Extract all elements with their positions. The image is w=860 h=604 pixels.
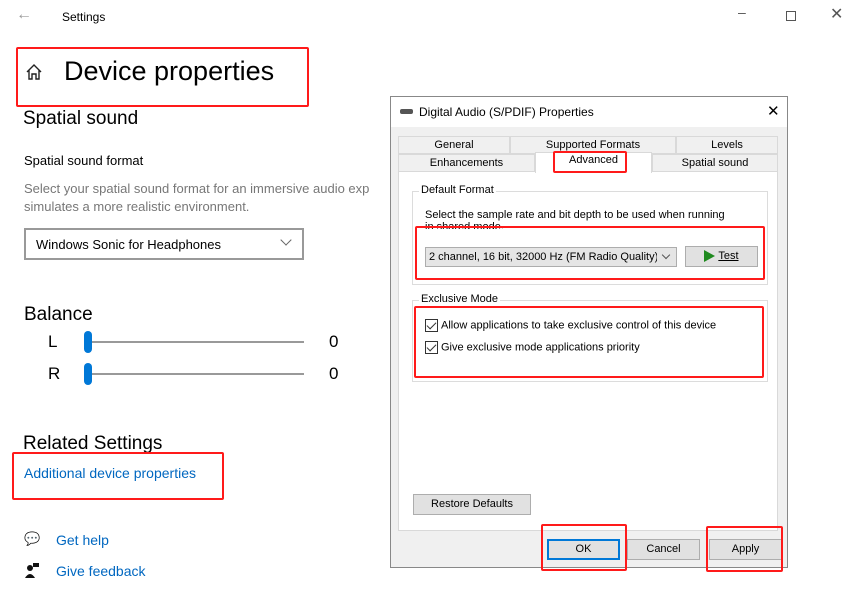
balance-right-label: R bbox=[48, 364, 61, 383]
dialog-title: Digital Audio (S/PDIF) Properties bbox=[419, 105, 594, 119]
checkbox-checked[interactable] bbox=[425, 341, 438, 354]
balance-left-thumb[interactable] bbox=[84, 331, 92, 353]
tab-enhancements[interactable]: Enhancements bbox=[398, 154, 535, 172]
related-heading: Related Settings bbox=[23, 433, 163, 454]
balance-left-track[interactable] bbox=[88, 341, 304, 343]
test-button[interactable]: Test bbox=[685, 246, 758, 267]
balance-left-value: 0 bbox=[329, 332, 339, 351]
apply-button[interactable]: Apply bbox=[709, 539, 782, 560]
restore-defaults-button[interactable]: Restore Defaults bbox=[413, 494, 531, 515]
default-format-legend: Default Format bbox=[419, 184, 496, 196]
allow-exclusive-checkbox[interactable]: Allow applications to take exclusive con… bbox=[425, 319, 716, 332]
play-icon bbox=[704, 250, 716, 263]
chevron-down-icon bbox=[280, 234, 292, 246]
default-format-desc-2: in shared mode. bbox=[425, 221, 504, 229]
get-help-link[interactable]: Get help bbox=[56, 532, 109, 548]
checkbox-label: Give exclusive mode applications priorit… bbox=[441, 341, 640, 354]
exclusive-mode-group: Exclusive Mode Allow applications to tak… bbox=[412, 293, 768, 382]
additional-device-properties-link[interactable]: Additional device properties bbox=[24, 465, 196, 481]
format-label: Spatial sound format bbox=[24, 153, 144, 168]
balance-right-track[interactable] bbox=[88, 373, 304, 375]
speaker-device-icon bbox=[400, 109, 413, 114]
balance-heading: Balance bbox=[24, 304, 93, 325]
tab-levels[interactable]: Levels bbox=[676, 136, 778, 154]
sample-rate-value: 2 channel, 16 bit, 32000 Hz (FM Radio Qu… bbox=[429, 251, 657, 263]
spatial-format-dropdown[interactable]: Windows Sonic for Headphones bbox=[24, 228, 304, 260]
checkbox-label: Allow applications to take exclusive con… bbox=[441, 319, 717, 332]
dialog-close-icon[interactable]: ✕ bbox=[767, 102, 780, 120]
window-title: Settings bbox=[62, 10, 106, 24]
checkbox-checked[interactable] bbox=[425, 319, 438, 332]
exclusive-priority-checkbox[interactable]: Give exclusive mode applications priorit… bbox=[425, 341, 640, 354]
balance-right-value: 0 bbox=[329, 364, 339, 383]
spatial-heading: Spatial sound bbox=[23, 108, 139, 129]
tab-general[interactable]: General bbox=[398, 136, 510, 154]
test-label: Test bbox=[718, 250, 739, 262]
format-desc: Select your spatial sound format for an … bbox=[24, 181, 370, 196]
properties-dialog: Digital Audio (S/PDIF) Properties ✕ Gene… bbox=[390, 96, 788, 568]
ok-button[interactable]: OK bbox=[547, 539, 620, 560]
tab-spatial-sound[interactable]: Spatial sound bbox=[652, 154, 778, 172]
exclusive-mode-legend: Exclusive Mode bbox=[419, 293, 501, 305]
page-title: Device properties bbox=[64, 56, 275, 86]
give-feedback-link[interactable]: Give feedback bbox=[56, 563, 146, 579]
help-icon: 💬 bbox=[24, 531, 41, 546]
sample-rate-dropdown[interactable]: 2 channel, 16 bit, 32000 Hz (FM Radio Qu… bbox=[425, 247, 677, 267]
back-arrow-icon[interactable]: ← bbox=[16, 6, 32, 24]
default-format-group: Default Format Select the sample rate an… bbox=[412, 184, 768, 285]
cancel-button[interactable]: Cancel bbox=[627, 539, 700, 560]
maximize-button[interactable] bbox=[786, 11, 796, 21]
chevron-down-icon bbox=[661, 250, 671, 260]
format-desc-2: simulates a more realistic environment. bbox=[24, 199, 250, 214]
balance-left-label: L bbox=[48, 332, 58, 351]
close-button[interactable]: ✕ bbox=[830, 4, 843, 24]
default-format-desc: Select the sample rate and bit depth to … bbox=[425, 209, 725, 221]
minimize-button[interactable]: – bbox=[738, 4, 746, 20]
balance-right-thumb[interactable] bbox=[84, 363, 92, 385]
dropdown-value: Windows Sonic for Headphones bbox=[36, 237, 221, 252]
dialog-titlebar: Digital Audio (S/PDIF) Properties ✕ bbox=[391, 97, 787, 127]
home-icon[interactable] bbox=[25, 63, 43, 86]
feedback-icon bbox=[25, 563, 39, 578]
tab-advanced[interactable]: Advanced bbox=[535, 152, 652, 173]
